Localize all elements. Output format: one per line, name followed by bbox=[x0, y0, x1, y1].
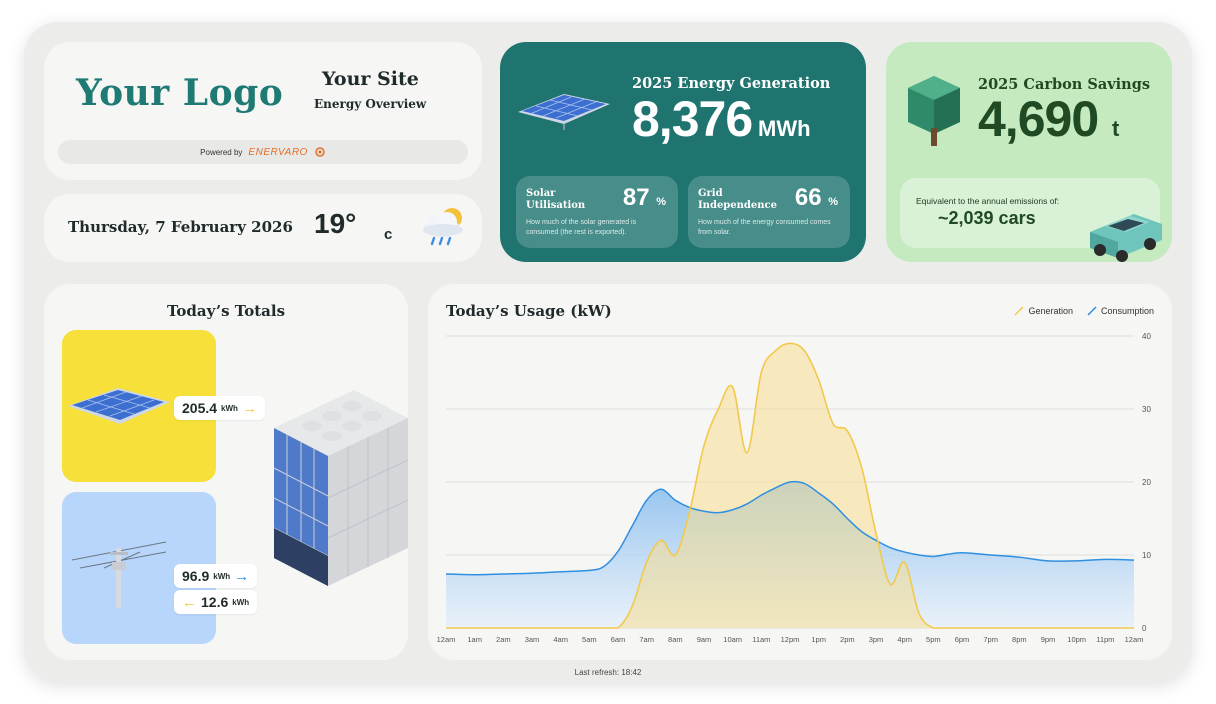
carbon-unit: t bbox=[1112, 116, 1120, 141]
x-tick-label: 11pm bbox=[1096, 635, 1114, 644]
x-tick-label: 11am bbox=[752, 635, 770, 644]
generation-unit: MWh bbox=[758, 116, 811, 141]
x-tick-label: 8am bbox=[668, 635, 683, 644]
grid-import-pill: 96.9 kWh → bbox=[174, 564, 258, 588]
x-tick-label: 6am bbox=[611, 635, 626, 644]
temperature: 19° bbox=[314, 208, 357, 239]
power-pole-icon bbox=[71, 541, 167, 608]
y-tick-label: 0 bbox=[1142, 624, 1147, 633]
grid-export-value: 12.6 bbox=[201, 594, 229, 610]
x-tick-label: 8pm bbox=[1012, 635, 1027, 644]
solar-utilisation-description: How much of the solar generated is consu… bbox=[526, 219, 637, 236]
x-tick-label: 12pm bbox=[781, 635, 800, 644]
sun-logo-icon bbox=[315, 147, 325, 157]
x-tick-label: 2pm bbox=[840, 635, 855, 644]
x-tick-label: 7pm bbox=[983, 635, 998, 644]
energy-generation-card: 2025 Energy Generation 8,376 MWh Solar U… bbox=[500, 42, 866, 262]
x-tick-label: 2am bbox=[496, 635, 511, 644]
cloud-rain-sun-icon bbox=[423, 208, 463, 246]
arrow-right-icon: → bbox=[241, 399, 257, 417]
y-tick-label: 30 bbox=[1142, 405, 1151, 414]
usage-chart: 0 10 20 30 40 12am 1am 2am 3am 4am 5am 6am 7am 8am 9am… bbox=[437, 332, 1152, 644]
grid-export-pill: ← 12.6 kWh bbox=[174, 590, 258, 614]
x-tick-label: 12am bbox=[1125, 635, 1144, 644]
solar-total-value: 205.4 bbox=[182, 400, 218, 416]
brand-card: Your Logo Your Site Energy Overview Powe… bbox=[44, 42, 482, 180]
current-date: Thursday, 7 February 2026 bbox=[68, 218, 293, 236]
solar-utilisation-card: Solar Utilisation 87 % How much of the s… bbox=[516, 176, 678, 248]
grid-independence-card: Grid Independence 66 % How much of the e… bbox=[688, 176, 850, 248]
site-title: Your Site bbox=[322, 68, 419, 90]
x-tick-label: 10am bbox=[723, 635, 742, 644]
arrow-right-icon: → bbox=[234, 567, 250, 585]
x-tick-label: 3am bbox=[525, 635, 540, 644]
y-tick-label: 40 bbox=[1142, 332, 1151, 341]
carbon-savings-card: 2025 Carbon Savings 4,690 t Equivalent t… bbox=[886, 42, 1172, 262]
generation-value: 8,376 bbox=[632, 91, 753, 147]
grid-independence-description: How much of the energy consumed comes fr… bbox=[698, 219, 831, 236]
todays-usage-card: Today’s Usage (kW) Generation Consumptio… bbox=[428, 284, 1172, 660]
x-tick-label: 5am bbox=[582, 635, 597, 644]
solar-utilisation-title: Solar Utilisation bbox=[526, 188, 586, 211]
tree-icon bbox=[908, 76, 960, 146]
grid-import-unit: kWh bbox=[213, 571, 231, 581]
x-tick-label: 7am bbox=[639, 635, 654, 644]
y-tick-label: 20 bbox=[1142, 478, 1151, 487]
x-tick-label: 6pm bbox=[955, 635, 970, 644]
car-icon bbox=[1090, 214, 1162, 262]
dashboard-frame: Your Logo Your Site Energy Overview Powe… bbox=[24, 22, 1192, 682]
powered-by-brand: ENERVARO bbox=[248, 146, 308, 158]
solar-panel-icon bbox=[518, 94, 610, 130]
totals-title: Today’s Totals bbox=[166, 302, 286, 320]
carbon-value: 4,690 bbox=[978, 91, 1099, 147]
grid-independence-value: 66 % bbox=[794, 184, 838, 211]
powered-by-bar: Powered by ENERVARO bbox=[58, 140, 468, 164]
building-icon bbox=[273, 390, 408, 586]
x-tick-label: 10pm bbox=[1067, 635, 1086, 644]
grid-independence-title: Grid Independence bbox=[698, 188, 778, 211]
logo: Your Logo bbox=[76, 72, 284, 114]
temperature-unit: c bbox=[384, 226, 393, 243]
solar-utilisation-value: 87 % bbox=[622, 184, 666, 211]
grid-import-value: 96.9 bbox=[182, 568, 210, 584]
solar-panel-icon bbox=[68, 388, 170, 424]
todays-totals-card: Today’s Totals 205.4 kWh → 96.9 kWh → ← … bbox=[44, 284, 408, 660]
arrow-left-icon: ← bbox=[182, 593, 197, 611]
grid-export-unit: kWh bbox=[232, 597, 250, 607]
x-tick-label: 9am bbox=[697, 635, 712, 644]
equivalent-label: Equivalent to the annual emissions of: bbox=[916, 196, 1060, 206]
x-tick-label: 3pm bbox=[869, 635, 884, 644]
y-tick-label: 10 bbox=[1142, 551, 1151, 560]
x-tick-label: 1am bbox=[467, 635, 482, 644]
date-weather-card: Thursday, 7 February 2026 19° c bbox=[44, 194, 482, 262]
equivalent-value: ~2,039 cars bbox=[938, 208, 1036, 228]
site-subtitle: Energy Overview bbox=[314, 97, 427, 111]
x-tick-label: 9pm bbox=[1041, 635, 1056, 644]
last-refresh: Last refresh: 18:42 bbox=[574, 668, 642, 677]
powered-by-label: Powered by bbox=[200, 147, 243, 157]
solar-total-unit: kWh bbox=[221, 403, 238, 413]
solar-total-pill: 205.4 kWh → bbox=[174, 396, 265, 420]
x-tick-label: 4pm bbox=[897, 635, 912, 644]
x-tick-label: 4am bbox=[553, 635, 568, 644]
x-tick-label: 5pm bbox=[926, 635, 941, 644]
x-tick-label: 12am bbox=[437, 635, 456, 644]
x-tick-label: 1pm bbox=[811, 635, 826, 644]
